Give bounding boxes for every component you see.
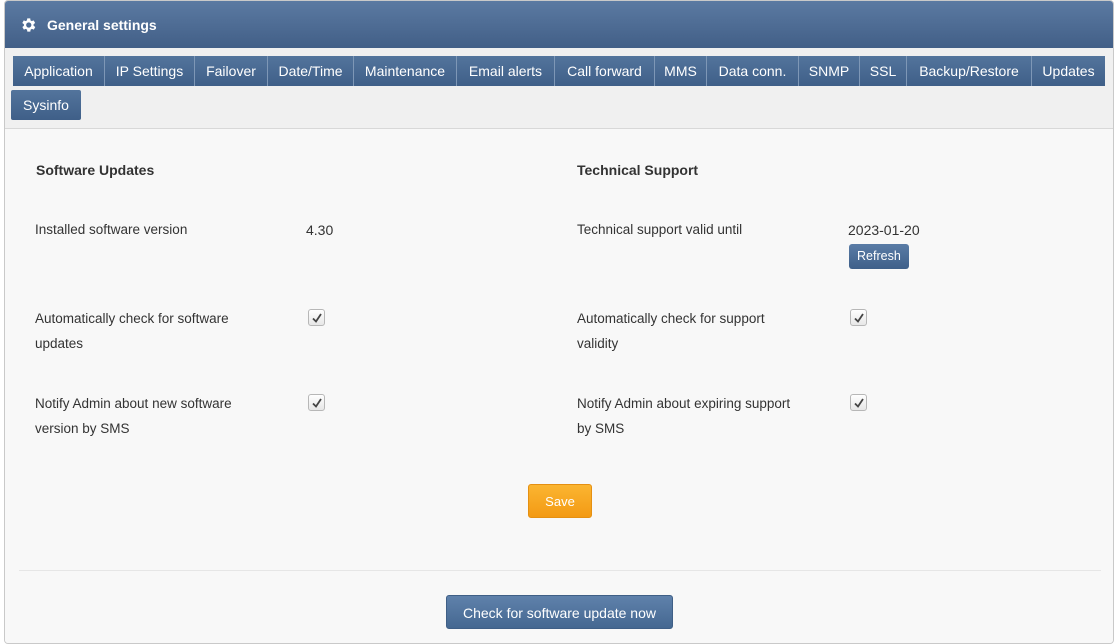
auto-check-support-label-line2: validity [577,336,619,351]
tab-email-alerts[interactable]: Email alerts [457,56,555,86]
notify-software-checkbox[interactable] [308,394,325,411]
tab-maintenance[interactable]: Maintenance [354,56,457,86]
checkmark-icon [312,398,322,408]
software-updates-title: Software Updates [36,162,155,178]
tab-backup-restore[interactable]: Backup/Restore [907,56,1032,86]
checkmark-icon [854,398,864,408]
installed-version-value: 4.30 [306,222,334,238]
check-update-button[interactable]: Check for software update now [446,595,673,629]
tab-ip-settings[interactable]: IP Settings [105,56,195,86]
support-valid-value: 2023-01-20 [848,222,920,238]
auto-check-support-label-line1: Automatically check for support [577,311,765,326]
tab-data-conn[interactable]: Data conn. [707,56,799,86]
tab-application[interactable]: Application [13,56,105,86]
tab-mms[interactable]: MMS [655,56,707,86]
tab-snmp[interactable]: SNMP [799,56,860,86]
installed-version-label: Installed software version [35,222,188,237]
divider [19,570,1101,571]
tab-sysinfo[interactable]: Sysinfo [11,90,81,120]
checkmark-icon [312,313,322,323]
support-valid-label: Technical support valid until [577,222,743,237]
tab-date-time[interactable]: Date/Time [268,56,354,86]
save-button[interactable]: Save [528,484,592,518]
technical-support-title: Technical Support [577,162,699,178]
tab-call-forward[interactable]: Call forward [555,56,655,86]
tab-updates[interactable]: Updates [1032,56,1105,86]
general-settings-panel: General settings Application IP Settings… [4,0,1114,644]
notify-software-label-line2: version by SMS [35,421,130,436]
auto-check-software-label-line1: Automatically check for software [35,311,229,326]
tab-failover[interactable]: Failover [195,56,268,86]
notify-support-checkbox[interactable] [850,394,867,411]
auto-check-software-checkbox[interactable] [308,309,325,326]
auto-check-software-label-line2: updates [35,336,84,351]
refresh-button[interactable]: Refresh [849,244,909,269]
notify-support-label-line1: Notify Admin about expiring support [577,396,791,411]
updates-content: Software Updates Installed software vers… [5,129,1113,643]
notify-support-label-line2: by SMS [577,421,625,436]
checkmark-icon [854,313,864,323]
auto-check-support-checkbox[interactable] [850,309,867,326]
gear-icon [19,16,37,34]
panel-title: General settings [47,16,157,33]
notify-software-label-line1: Notify Admin about new software [35,396,232,411]
panel-header: General settings [5,1,1113,48]
settings-tabs: Application IP Settings Failover Date/Ti… [5,48,1113,129]
tab-ssl[interactable]: SSL [860,56,907,86]
